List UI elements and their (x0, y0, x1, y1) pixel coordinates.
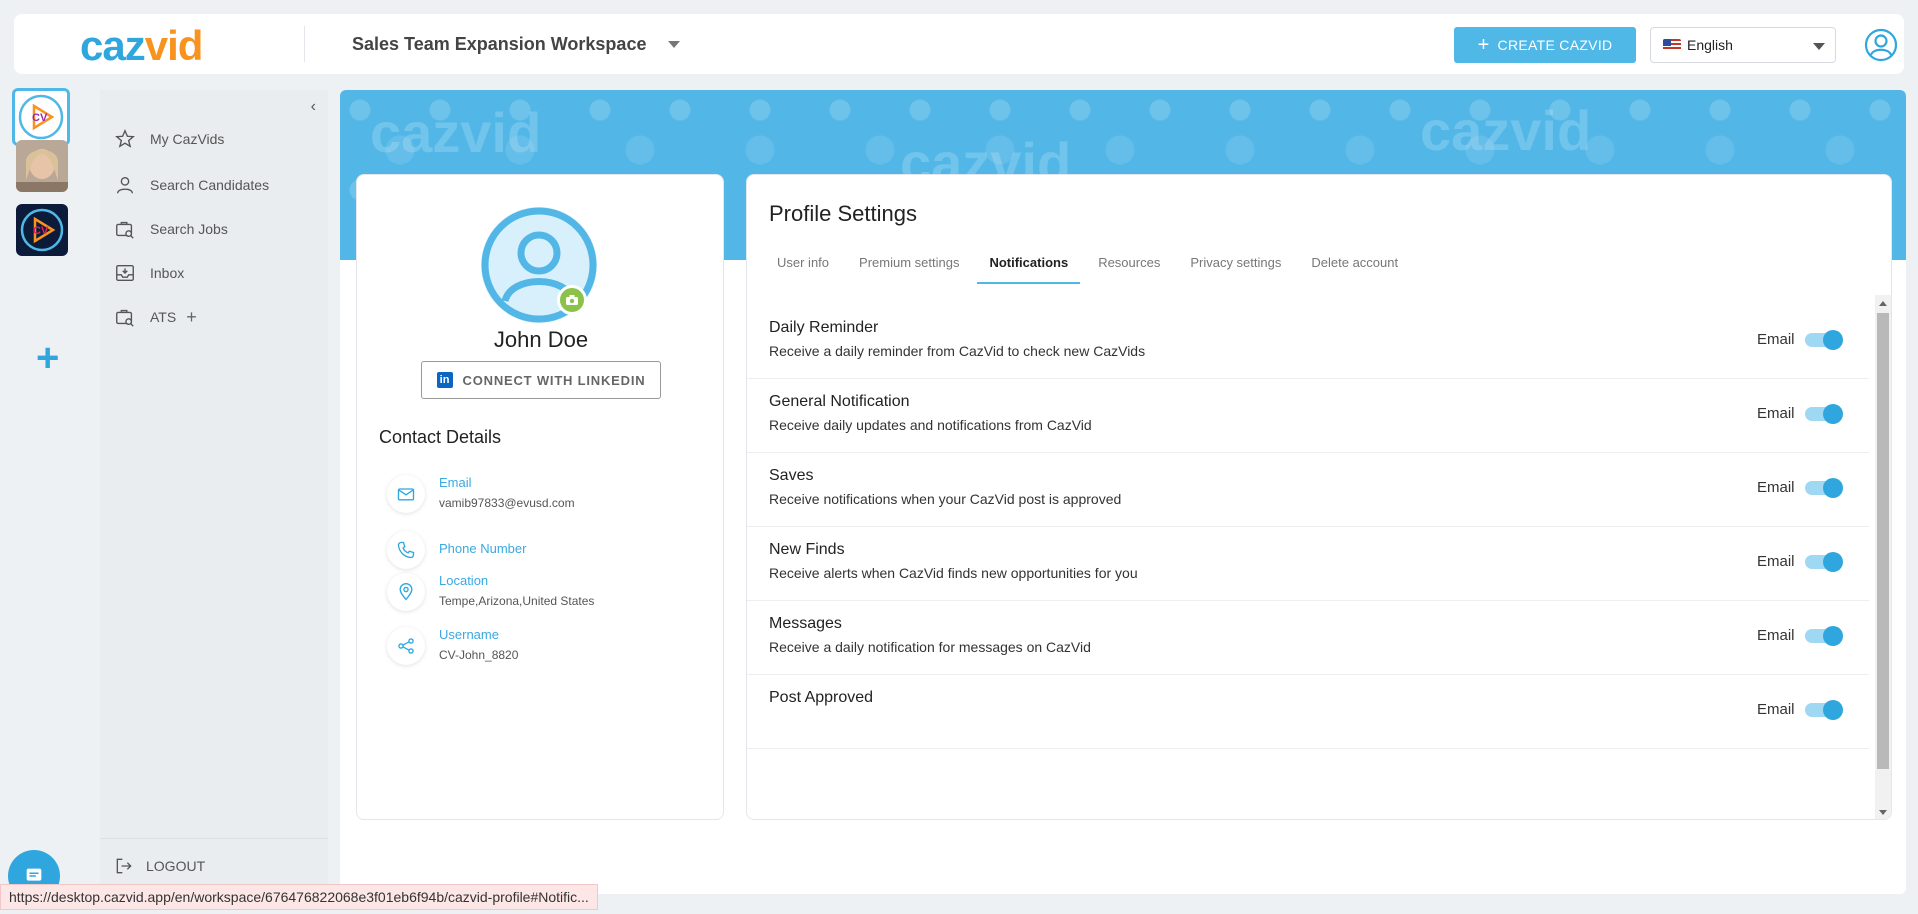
contact-username: Username CV-John_8820 (387, 627, 518, 665)
notification-row-new-finds: New Finds Receive alerts when CazVid fin… (747, 527, 1869, 601)
profile-card: John Doe in CONNECT WITH LINKEDIN Contac… (356, 174, 724, 820)
email-toggle[interactable] (1805, 700, 1843, 720)
user-photo-avatar (16, 140, 68, 192)
linkedin-icon: in (436, 372, 453, 388)
star-icon (115, 129, 135, 148)
notification-scrollbar[interactable] (1875, 295, 1891, 819)
sidebar-item-inbox[interactable]: Inbox (114, 262, 184, 284)
logout-button[interactable]: LOGOUT (114, 856, 205, 876)
top-header: cazvid Sales Team Expansion Workspace + … (14, 14, 1904, 74)
svg-text:CV: CV (33, 225, 49, 237)
profile-settings-card: Profile Settings User info Premium setti… (746, 174, 1892, 820)
user-account-icon[interactable] (1864, 28, 1898, 62)
sidebar: ‹ My CazVids Search Candidates Search Jo… (100, 90, 328, 894)
sidebar-item-search-jobs[interactable]: Search Jobs (114, 218, 228, 240)
banner-watermark: cazvid (370, 101, 542, 164)
mail-icon (387, 475, 425, 513)
notification-list: Daily Reminder Receive a daily reminder … (747, 305, 1869, 819)
tab-notifications[interactable]: Notifications (977, 255, 1081, 284)
scroll-up-arrow-icon[interactable] (1879, 301, 1887, 306)
create-cazvid-button[interactable]: + CREATE CAZVID (1454, 27, 1636, 63)
change-photo-button[interactable] (557, 285, 587, 315)
workspace-selector[interactable]: Sales Team Expansion Workspace (352, 34, 681, 55)
share-icon (387, 627, 425, 665)
add-workspace-button[interactable]: + (36, 338, 59, 378)
add-ats-button[interactable]: + (186, 307, 197, 328)
cazvid-logo[interactable]: cazvid (80, 22, 203, 70)
notification-row-messages: Messages Receive a daily notification fo… (747, 601, 1869, 675)
tab-delete-account[interactable]: Delete account (1299, 255, 1410, 284)
notification-row-general: General Notification Receive daily updat… (747, 379, 1869, 453)
header-divider (304, 26, 305, 62)
plus-icon: + (1477, 34, 1490, 56)
language-value: English (1687, 37, 1733, 53)
job-search-icon (116, 221, 134, 239)
ats-icon (116, 309, 134, 327)
workspace-user-photo[interactable] (16, 140, 68, 192)
sidebar-divider (100, 838, 328, 839)
workspace-cazvid-active[interactable]: CV (12, 88, 70, 146)
tab-privacy-settings[interactable]: Privacy settings (1178, 255, 1293, 284)
email-toggle[interactable] (1805, 626, 1843, 646)
workspace-cazvid-dark[interactable]: CV (16, 204, 68, 256)
notification-row-daily-reminder: Daily Reminder Receive a daily reminder … (747, 305, 1869, 379)
collapse-sidebar-icon[interactable]: ‹ (311, 98, 316, 116)
svg-text:CV: CV (32, 112, 48, 124)
tab-premium-settings[interactable]: Premium settings (847, 255, 971, 284)
inbox-icon (116, 264, 134, 282)
profile-name: John Doe (493, 327, 589, 352)
email-toggle[interactable] (1805, 404, 1843, 424)
us-flag-icon (1663, 39, 1681, 51)
contact-phone: Phone Number (387, 531, 526, 569)
cazvid-workspace-icon: CV (15, 91, 67, 143)
profile-avatar[interactable] (479, 205, 599, 325)
notification-row-post-approved: Post Approved Email (747, 675, 1869, 749)
browser-status-url: https://desktop.cazvid.app/en/workspace/… (0, 884, 598, 910)
tab-resources[interactable]: Resources (1086, 255, 1172, 284)
chevron-down-icon (1813, 43, 1825, 50)
banner-watermark: cazvid (1420, 99, 1592, 162)
cazvid-dark-workspace-icon: CV (16, 204, 68, 256)
contact-location: Location Tempe,Arizona,United States (387, 573, 594, 611)
logout-icon (116, 858, 132, 874)
scroll-thumb[interactable] (1877, 313, 1889, 769)
workspace-name: Sales Team Expansion Workspace (352, 34, 647, 54)
sidebar-item-my-cazvids[interactable]: My CazVids (114, 128, 224, 150)
main-content: cazvid cazvid cazvid John Doe in CONNECT… (340, 90, 1906, 894)
sidebar-item-ats[interactable]: ATS + (114, 306, 197, 328)
chevron-down-icon (668, 41, 681, 48)
email-toggle[interactable] (1805, 552, 1843, 572)
notification-row-saves: Saves Receive notifications when your Ca… (747, 453, 1869, 527)
settings-tabs: User info Premium settings Notifications… (765, 255, 1416, 284)
workspace-rail: CV CV + (0, 88, 88, 914)
settings-title: Profile Settings (769, 201, 917, 226)
contact-details-title: Contact Details (379, 427, 502, 447)
connect-linkedin-button[interactable]: in CONNECT WITH LINKEDIN (421, 361, 661, 399)
phone-icon (387, 531, 425, 569)
contact-email: Email vamib97833@evusd.com (387, 475, 575, 513)
sidebar-item-search-candidates[interactable]: Search Candidates (114, 174, 269, 196)
email-toggle[interactable] (1805, 330, 1843, 350)
tab-user-info[interactable]: User info (765, 255, 841, 284)
language-select[interactable]: English (1650, 27, 1836, 63)
camera-icon (566, 295, 578, 305)
email-toggle[interactable] (1805, 478, 1843, 498)
scroll-down-arrow-icon[interactable] (1879, 810, 1887, 815)
location-icon (387, 573, 425, 611)
person-icon (116, 176, 134, 194)
